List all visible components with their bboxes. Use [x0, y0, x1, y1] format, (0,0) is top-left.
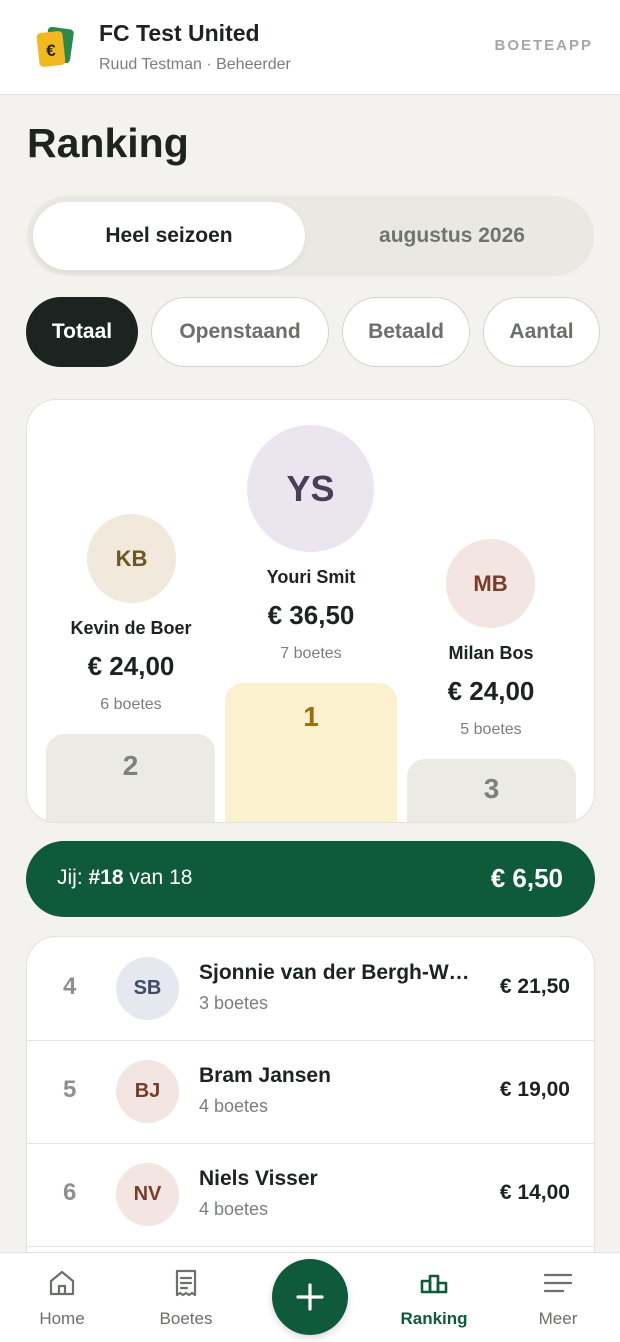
fine-count: 4 boetes	[199, 1096, 269, 1116]
list-item[interactable]: 6 NV Niels Visser 4 boetes € 14,00	[27, 1143, 594, 1247]
podium-second-amount: € 24,00	[87, 651, 175, 681]
rank-number: 6	[63, 1179, 77, 1206]
filter-totaal[interactable]: Totaal	[26, 297, 138, 367]
my-rank-bar[interactable]: Jij: #18 van 18 € 6,50	[26, 841, 595, 917]
fine-count: 4 boetes	[199, 1199, 269, 1219]
nav-boetes[interactable]: Boetes	[136, 1253, 236, 1342]
page-title: Ranking	[27, 120, 189, 166]
nav-meer[interactable]: Meer	[508, 1253, 608, 1342]
avatar: NV	[116, 1163, 179, 1226]
avatar: MB	[446, 539, 535, 628]
podium-second-name: Kevin de Boer	[70, 618, 192, 638]
podium-first-count: 7 boetes	[280, 645, 342, 662]
podium-first-name: Youri Smit	[266, 567, 356, 587]
rank-number: 4	[63, 973, 77, 1000]
my-rank-number: #18	[88, 866, 124, 889]
add-fine-button[interactable]	[272, 1259, 348, 1335]
fine-count: 3 boetes	[199, 993, 269, 1013]
filter-openstaand[interactable]: Openstaand	[151, 297, 329, 367]
avatar: KB	[87, 514, 176, 603]
nav-label: Boetes	[159, 1309, 213, 1328]
list-item[interactable]: 4 SB Sjonnie van der Bergh-Willemsen 3 b…	[27, 937, 594, 1041]
svg-text:€: €	[46, 41, 56, 60]
podium-third-amount: € 24,00	[447, 676, 535, 706]
nav-ranking[interactable]: Ranking	[384, 1253, 484, 1342]
podium-block-third: 3	[407, 759, 576, 822]
podium-first-amount: € 36,50	[267, 600, 355, 630]
user-role-subtitle: Ruud Testman · Beheerder	[99, 56, 291, 73]
podium-block-first: 1	[225, 683, 397, 822]
fine-amount: € 21,50	[499, 975, 570, 998]
team-name: FC Test United	[99, 20, 260, 46]
plus-icon	[296, 1283, 324, 1311]
app-brand: BOETEAPP	[494, 37, 593, 54]
my-rank-text: Jij: #18 van 18	[57, 866, 193, 889]
nav-label: Meer	[538, 1309, 578, 1328]
podium-third-count: 5 boetes	[460, 721, 522, 738]
player-name: Sjonnie van der Bergh-Willemsen	[199, 961, 474, 984]
podium-icon	[420, 1274, 448, 1294]
podium-third-name: Milan Bos	[448, 643, 534, 663]
my-rank-amount: € 6,50	[490, 863, 563, 893]
rank-number: 5	[63, 1076, 77, 1103]
avatar: SB	[116, 957, 179, 1020]
nav-label: Ranking	[400, 1309, 468, 1328]
period-switch: Heel seizoen augustus 2026	[27, 196, 594, 276]
filter-aantal[interactable]: Aantal	[483, 297, 600, 367]
filter-betaald[interactable]: Betaald	[342, 297, 470, 367]
wallet-euro-icon: €	[36, 27, 74, 67]
ranking-list: 4 SB Sjonnie van der Bergh-Willemsen 3 b…	[26, 936, 595, 1276]
fine-amount: € 19,00	[499, 1078, 570, 1101]
nav-label: Home	[39, 1309, 85, 1328]
tab-month[interactable]: augustus 2026	[316, 202, 588, 270]
app-header: € FC Test United Ruud Testman · Beheerde…	[0, 0, 620, 95]
avatar: YS	[247, 425, 374, 552]
player-name: Niels Visser	[199, 1167, 318, 1190]
podium-block-second: 2	[46, 734, 215, 822]
tab-heel-seizoen[interactable]: Heel seizoen	[33, 202, 305, 270]
podium-card: YS Youri Smit € 36,50 7 boetes 1 KB Kevi…	[26, 399, 595, 823]
list-item[interactable]: 5 BJ Bram Jansen 4 boetes € 19,00	[27, 1040, 594, 1144]
avatar: BJ	[116, 1060, 179, 1123]
nav-home[interactable]: Home	[12, 1253, 112, 1342]
menu-icon	[543, 1273, 573, 1293]
home-icon	[49, 1270, 75, 1296]
fine-amount: € 14,00	[499, 1181, 570, 1204]
player-name: Bram Jansen	[199, 1064, 331, 1087]
podium-second-count: 6 boetes	[100, 696, 162, 713]
receipt-icon	[175, 1269, 197, 1297]
